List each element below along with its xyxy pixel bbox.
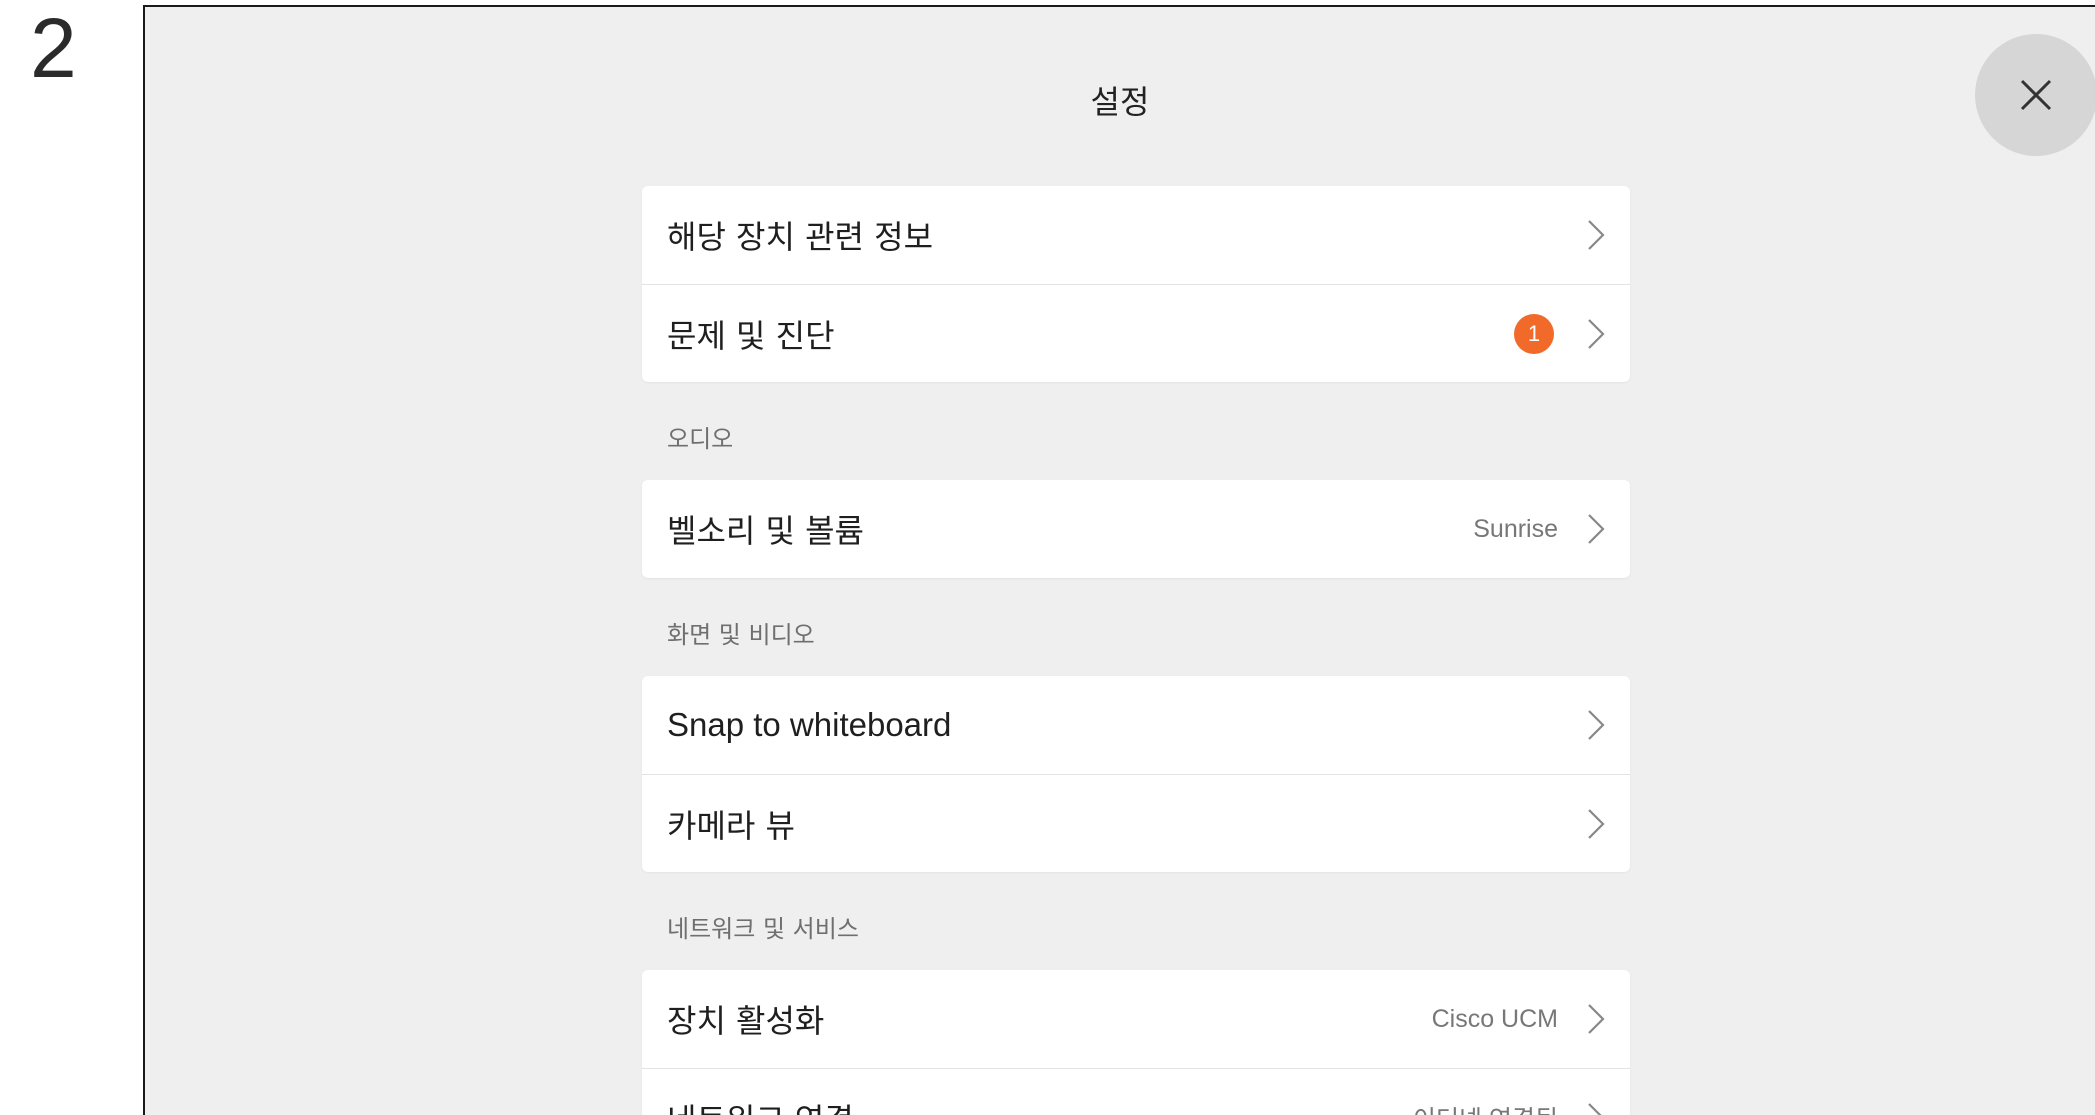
settings-item-label: 네트워크 연결 [667,1095,1413,1115]
page-title: 설정 [1090,83,1150,121]
chevron-right-icon [1588,220,1605,250]
settings-card-network: 장치 활성화 Cisco UCM 네트워크 연결 이더넷 연결됨 [642,970,1630,1115]
settings-item-value: 이더넷 연결됨 [1413,1100,1558,1115]
settings-card-display: Snap to whiteboard 카메라 뷰 [642,676,1630,872]
settings-item-camera-view[interactable]: 카메라 뷰 [642,774,1630,872]
chevron-right-icon [1588,808,1605,839]
notification-badge: 1 [1514,313,1554,354]
settings-item-network-connection[interactable]: 네트워크 연결 이더넷 연결됨 [642,1068,1630,1115]
settings-screen: 설정 해당 장치 관련 정보 문제 및 진단 1 오디오 벨소리 및 볼륨 Su… [143,5,2095,1115]
settings-item-issues-diagnostics[interactable]: 문제 및 진단 1 [642,284,1630,382]
settings-item-label: Snap to whiteboard [667,706,952,743]
section-header-audio: 오디오 [667,425,734,453]
chevron-right-icon [1588,1102,1603,1115]
settings-item-label: 문제 및 진단 [667,316,835,355]
close-button[interactable] [1975,34,2095,156]
settings-item-label: 벨소리 및 볼륨 [667,512,864,550]
chevron-right-icon [1588,514,1605,544]
settings-list: 해당 장치 관련 정보 문제 및 진단 1 오디오 벨소리 및 볼륨 Sunri… [642,186,1630,1115]
settings-item-device-info[interactable]: 해당 장치 관련 정보 [642,186,1630,284]
settings-item-label: 장치 활성화 [667,1002,825,1040]
settings-item-label: 해당 장치 관련 정보 [667,218,934,256]
settings-item-value: Sunrise [1473,514,1558,543]
settings-item-value: Cisco UCM [1431,1004,1558,1033]
settings-item-ringtone-volume[interactable]: 벨소리 및 볼륨 Sunrise [642,480,1630,578]
chevron-right-icon [1588,1004,1605,1034]
section-header-display-video: 화면 및 비디오 [667,621,815,649]
section-header-network-services: 네트워크 및 서비스 [667,915,859,943]
chevron-right-icon [1588,710,1605,740]
settings-card-audio: 벨소리 및 볼륨 Sunrise [642,480,1630,578]
settings-item-snap-to-whiteboard[interactable]: Snap to whiteboard [642,676,1630,774]
settings-item-label: 카메라 뷰 [667,806,795,845]
close-icon [2020,79,2052,111]
settings-item-device-activation[interactable]: 장치 활성화 Cisco UCM [642,970,1630,1068]
step-number: 2 [30,1,77,95]
chevron-right-icon [1588,318,1605,349]
settings-card-general: 해당 장치 관련 정보 문제 및 진단 1 [642,186,1630,382]
